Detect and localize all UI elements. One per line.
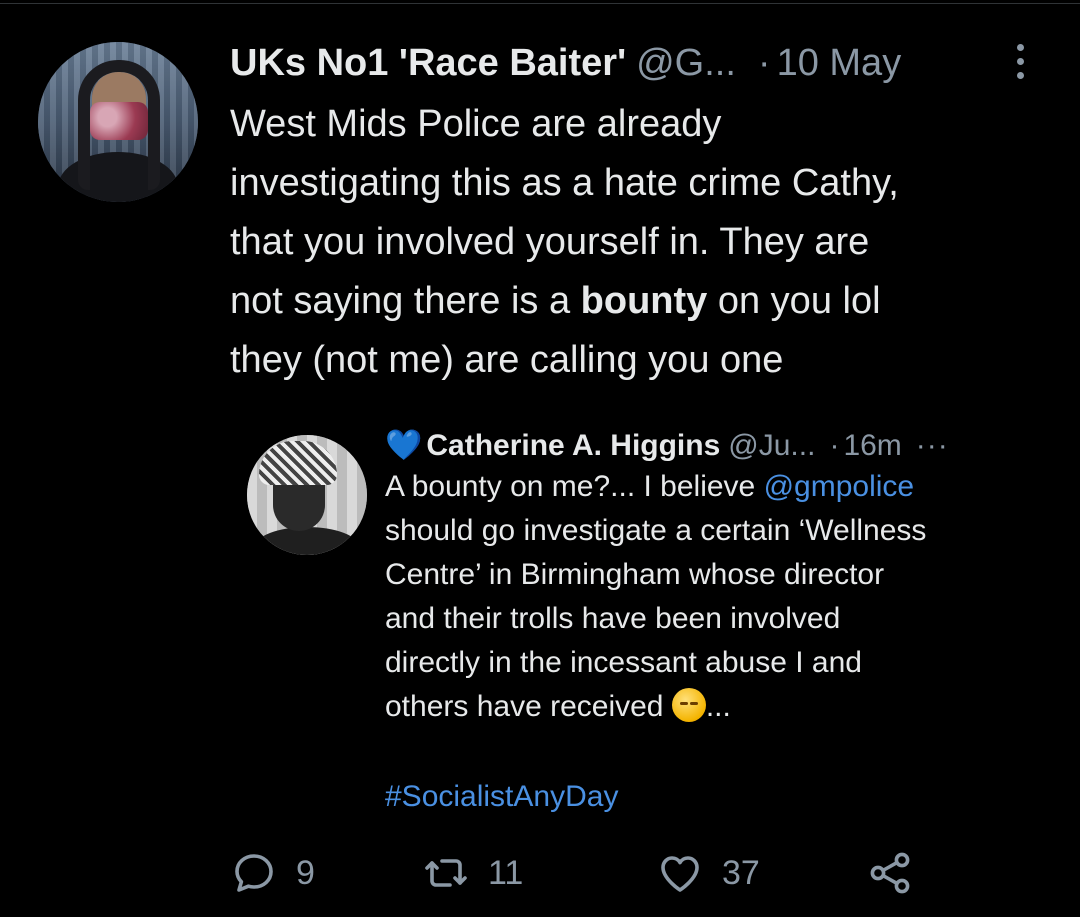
embedded-text-line: A bounty on me?... I believe @gmpolice [385,465,1045,509]
embedded-text-line: directly in the incessant abuse I and [385,646,862,679]
text-fragment: not saying there is a [230,280,581,322]
top-divider [0,3,1080,4]
text-fragment: on you lol [707,280,881,322]
author-name[interactable]: UKs No1 'Race Baiter' [230,42,626,84]
text-fragment: others have received [385,690,672,723]
heart-icon [661,856,699,892]
tweet-header: UKs No1 'Race Baiter' @G... · 10 May [230,40,1050,86]
pensive-face-emoji-icon [671,688,706,722]
tweet-text: West Mids Police are already investigati… [230,95,1050,390]
embedded-author-name: Catherine A. Higgins [426,429,721,462]
tweet-text-line: they (not me) are calling you one [230,339,784,381]
embedded-text-line: should go investigate a certain ‘Wellnes… [385,514,927,547]
share-icon [870,852,910,894]
separator: · [757,42,771,84]
bold-word: bounty [580,280,708,322]
reply-count: 9 [296,853,315,892]
embedded-avatar [247,435,367,555]
embedded-text: A bounty on me?... I believe @gmpolice s… [385,465,1045,729]
text-fragment: A bounty on me?... I believe [385,470,764,503]
reply-button[interactable]: 9 [230,845,315,901]
share-button[interactable] [866,845,914,901]
retweet-icon [425,859,467,887]
more-horizontal-icon: ··· [915,429,949,462]
tweet-text-line: not saying there is a bounty on you lol [230,272,1050,331]
embedded-handle: @Ju... [728,429,816,462]
like-button[interactable]: 37 [656,845,760,901]
retweet-count: 11 [488,853,524,892]
mention-link: @gmpolice [763,470,915,503]
tweet-text-line: investigating this as a hate crime Cathy… [230,162,899,204]
embedded-time: 16m [843,429,902,462]
embedded-text-line: and their trolls have been involved [385,602,841,635]
tweet-text-line: that you involved yourself in. They are [230,221,870,263]
author-handle[interactable]: @G... [636,42,736,84]
hashtag: #SocialistAnyDay [385,780,619,813]
avatar-mask [90,102,148,140]
blue-heart-icon: 💙 [385,429,423,462]
embedded-screenshot[interactable]: 💙 Catherine A. Higgins @Ju... · 16m ··· A bou… [240,415,1040,815]
author-avatar[interactable] [38,42,198,202]
text-fragment: ... [705,690,731,723]
more-vertical-icon[interactable] [1010,42,1030,82]
reply-icon [235,854,273,892]
embedded-text-line: Centre’ in Birmingham whose director [385,558,885,591]
tweet-time[interactable]: 10 May [777,42,902,84]
tweet-text-line: West Mids Police are already [230,103,722,145]
retweet-button[interactable]: 11 [422,845,523,901]
action-bar: 9 11 37 [230,845,1050,901]
embedded-header: 💙 Catherine A. Higgins @Ju... · 16m ··· [385,425,1045,467]
separator: · [829,429,840,462]
embedded-text-line: others have received ... [385,685,1045,729]
like-count: 37 [722,853,760,892]
